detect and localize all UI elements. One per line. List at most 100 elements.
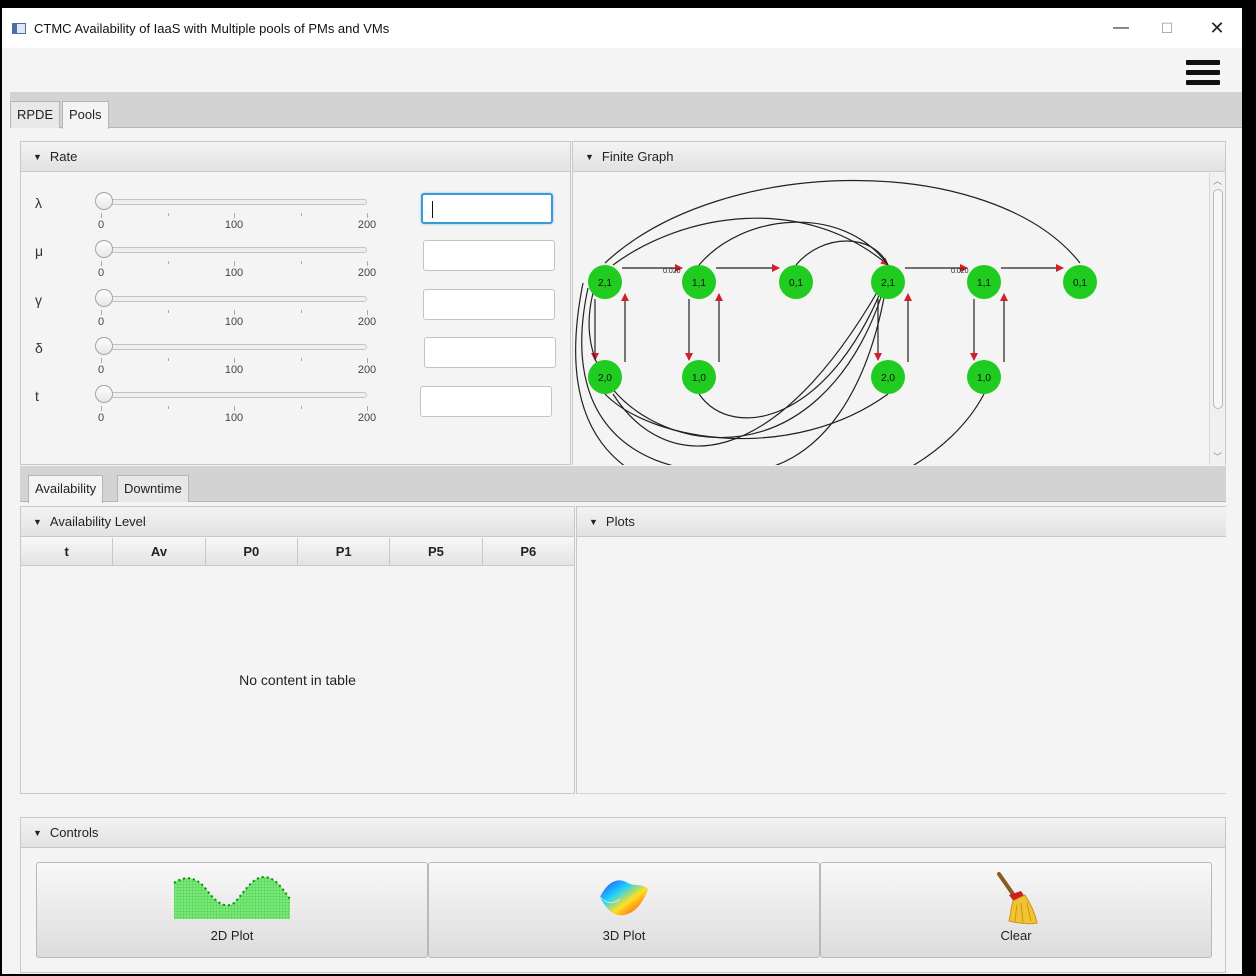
column-header-p6[interactable]: P6 <box>482 538 574 566</box>
slider-track-t[interactable] <box>101 392 367 398</box>
2d-plot-button[interactable]: 2D Plot <box>36 862 428 958</box>
graph-node[interactable]: 2,0 <box>871 360 905 394</box>
slider-thumb-delta[interactable] <box>95 337 113 355</box>
close-button[interactable]: ✕ <box>1194 8 1240 48</box>
slider-tick <box>300 406 302 409</box>
slider-track-lambda[interactable] <box>101 199 367 205</box>
rate-label-delta: δ <box>35 340 43 356</box>
3d-plot-icon <box>599 880 648 916</box>
slider-track-mu[interactable] <box>101 247 367 253</box>
graph-node[interactable]: 2,0 <box>588 360 622 394</box>
availability-table-header: t Av P0 P1 P5 P6 <box>21 538 574 566</box>
slider-thumb-gamma[interactable] <box>95 289 113 307</box>
scroll-up-icon[interactable]: ︿ <box>1213 174 1222 187</box>
slider-tick <box>101 310 102 315</box>
scrollbar-thumb[interactable] <box>1213 189 1223 409</box>
3d-plot-button[interactable]: 3D Plot <box>428 862 820 958</box>
slider-track-delta[interactable] <box>101 344 367 350</box>
availability-panel-header[interactable]: ▼ Availability Level <box>21 507 574 537</box>
scroll-down-icon[interactable]: ﹀ <box>1213 450 1222 463</box>
slider-max-label: 200 <box>357 267 377 279</box>
column-header-p1[interactable]: P1 <box>297 538 391 566</box>
slider-tick <box>300 213 302 216</box>
column-header-p5[interactable]: P5 <box>390 538 483 566</box>
rate-panel-title: Rate <box>49 149 78 164</box>
plots-panel-title: Plots <box>605 514 635 529</box>
finite-graph-panel-title: Finite Graph <box>601 149 674 164</box>
graph-node-label: 0,1 <box>789 278 803 289</box>
graph-node-label: 0,1 <box>1073 278 1087 289</box>
collapse-triangle-icon: ▼ <box>585 152 594 162</box>
slider-max-label: 200 <box>357 412 377 424</box>
hamburger-menu-icon[interactable] <box>1186 60 1220 88</box>
column-header-av[interactable]: Av <box>113 538 206 566</box>
graph-node[interactable]: 2,1 <box>588 265 622 299</box>
slider-mid-label: 100 <box>224 267 244 279</box>
slider-mid-label: 100 <box>224 412 244 424</box>
edge-rate-label: 0.020 <box>951 268 969 275</box>
slider-tick <box>167 213 169 216</box>
graph-node-label: 1,1 <box>692 278 706 289</box>
2d-plot-button-label: 2D Plot <box>210 928 254 943</box>
slider-thumb-t[interactable] <box>95 385 113 403</box>
tab-downtime[interactable]: Downtime <box>117 475 189 502</box>
rate-input-gamma[interactable] <box>423 289 555 320</box>
rate-input-delta[interactable] <box>424 337 556 368</box>
slider-tick <box>300 358 302 361</box>
controls-panel-title: Controls <box>49 825 99 840</box>
column-header-p0[interactable]: P0 <box>205 538 298 566</box>
rate-label-t: t <box>35 388 39 404</box>
finite-graph-canvas[interactable]: 2,1 1,1 0,1 2,1 1,1 0,1 2,0 1,0 2,0 1,0 0.020 0.020 <box>573 173 1210 465</box>
window-title: CTMC Availability of IaaS with Multiple … <box>34 20 390 36</box>
graph-vertical-scrollbar[interactable]: ︿ ﹀ <box>1209 173 1225 465</box>
graph-node[interactable]: 2,1 <box>871 265 905 299</box>
graph-node[interactable]: 0,1 <box>779 265 813 299</box>
slider-min-label: 0 <box>97 267 105 279</box>
plots-panel-header[interactable]: ▼ Plots <box>577 507 1226 537</box>
slider-tick <box>367 406 368 411</box>
maximize-button[interactable]: ☐ <box>1144 8 1190 48</box>
collapse-triangle-icon: ▼ <box>33 152 42 162</box>
slider-thumb-lambda[interactable] <box>95 192 113 210</box>
slider-tick <box>101 406 102 411</box>
title-bar[interactable]: CTMC Availability of IaaS with Multiple … <box>2 8 1242 48</box>
slider-tick <box>101 213 102 218</box>
finite-graph-panel-header[interactable]: ▼ Finite Graph <box>573 142 1225 172</box>
column-header-t[interactable]: t <box>21 538 114 566</box>
text-caret <box>432 201 433 218</box>
slider-track-gamma[interactable] <box>101 296 367 302</box>
graph-node[interactable]: 1,0 <box>967 360 1001 394</box>
graph-edge <box>581 272 889 465</box>
tab-rpde[interactable]: RPDE <box>10 101 61 128</box>
graph-edge <box>588 272 889 439</box>
slider-tick <box>367 358 368 363</box>
graph-node[interactable]: 1,1 <box>967 265 1001 299</box>
minimize-button[interactable]: — <box>1098 8 1144 48</box>
graph-svg: 2,1 1,1 0,1 2,1 1,1 0,1 2,0 1,0 2,0 1,0 0.020 0.020 <box>575 179 1097 465</box>
slider-tick <box>300 310 302 313</box>
graph-edge <box>698 221 889 266</box>
graph-node[interactable]: 1,0 <box>682 360 716 394</box>
rate-label-mu: μ <box>35 243 44 259</box>
collapse-triangle-icon: ▼ <box>33 517 42 527</box>
rate-input-t[interactable] <box>420 386 552 417</box>
rate-row-mu: μ 0 100 200 <box>21 230 570 279</box>
graph-node[interactable]: 0,1 <box>1063 265 1097 299</box>
rate-panel-header[interactable]: ▼ Rate <box>21 142 570 172</box>
graph-edge <box>612 272 889 447</box>
clear-button-label: Clear <box>1000 928 1032 943</box>
tab-pools[interactable]: Pools <box>62 101 109 129</box>
toolbar-strip <box>2 48 1242 92</box>
slider-thumb-mu[interactable] <box>95 240 113 258</box>
tab-availability[interactable]: Availability <box>28 475 104 503</box>
slider-tick <box>234 261 235 266</box>
rate-input-mu[interactable] <box>423 240 555 271</box>
rate-input-lambda[interactable] <box>421 193 553 224</box>
slider-tick <box>167 310 169 313</box>
slider-tick <box>167 358 169 361</box>
slider-tick <box>101 261 102 266</box>
graph-node[interactable]: 1,1 <box>682 265 716 299</box>
slider-tick <box>367 261 368 266</box>
clear-button[interactable]: Clear <box>820 862 1212 958</box>
controls-panel-header[interactable]: ▼ Controls <box>21 818 1225 848</box>
